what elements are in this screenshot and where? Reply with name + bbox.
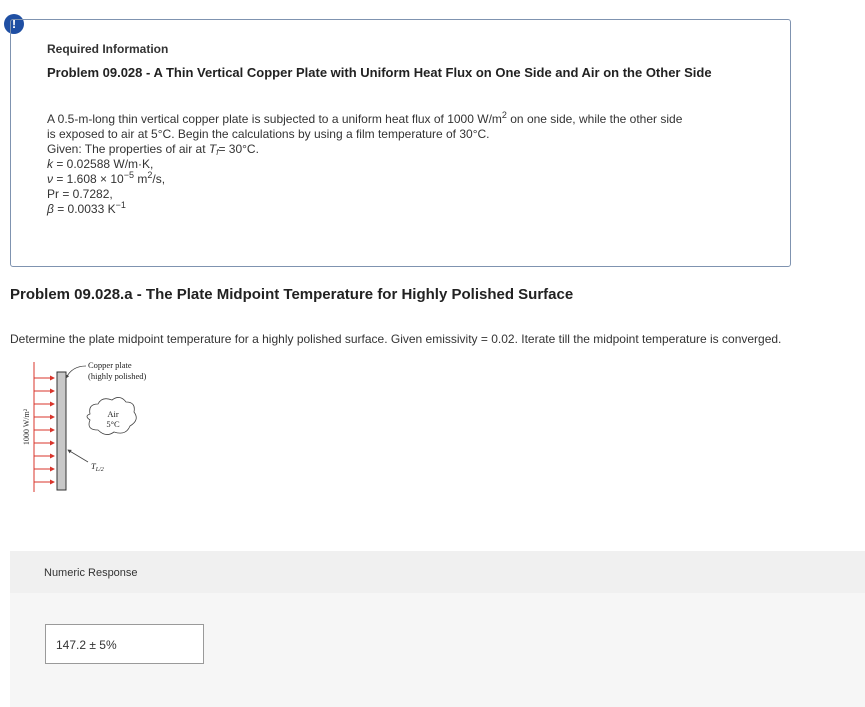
text: = 30°C.	[218, 142, 259, 156]
problem-title: Problem 09.028.a - The Plate Midpoint Te…	[10, 286, 574, 303]
problem-question: Determine the plate midpoint temperature…	[10, 332, 782, 346]
midpoint-subscript: L/2	[95, 467, 104, 473]
plate-label-1: Copper plate	[88, 360, 132, 370]
plate-figure: 1000 W/m² Copper plate (highly polished)…	[18, 358, 178, 498]
value: = 1.608 × 10	[53, 172, 124, 186]
heat-flux-arrows	[33, 362, 55, 492]
property-k: k = 0.02588 W/m·K,	[47, 157, 767, 172]
air-temp: 5°C	[106, 419, 120, 429]
midpoint-pointer	[67, 449, 89, 463]
text: is exposed to air at 5°C. Begin the calc…	[47, 127, 490, 141]
text: Given: The properties of air at	[47, 142, 209, 156]
response-header	[10, 551, 865, 593]
value: = 0.02588 W/m·K,	[53, 157, 154, 171]
info-line: is exposed to air at 5°C. Begin the calc…	[47, 127, 767, 142]
plate-diagram: 1000 W/m² Copper plate (highly polished)…	[22, 360, 146, 492]
text: A 0.5-m-long thin vertical copper plate …	[47, 112, 502, 126]
superscript: −1	[115, 200, 126, 210]
plate-pointer	[65, 365, 87, 379]
value: Pr = 0.7282,	[47, 187, 113, 201]
value: /s,	[152, 172, 166, 186]
value: = 0.0033 K	[53, 202, 116, 216]
text: on one side, while the other side	[506, 112, 683, 126]
symbol: β	[47, 202, 54, 216]
numeric-response-field[interactable]: 147.2 ± 5%	[45, 624, 204, 664]
flux-label: 1000 W/m²	[22, 408, 31, 445]
response-panel: Numeric Response 147.2 ± 5%	[10, 551, 865, 707]
property-pr: Pr = 0.7282,	[47, 187, 767, 202]
superscript: −5	[123, 170, 134, 180]
plate-label-2: (highly polished)	[88, 371, 146, 381]
air-label: Air	[107, 409, 119, 419]
info-title: Problem 09.028 - A Thin Vertical Copper …	[47, 65, 712, 80]
info-body: A 0.5-m-long thin vertical copper plate …	[47, 111, 767, 217]
given-line: Given: The properties of air at Tf= 30°C…	[47, 142, 767, 157]
response-label: Numeric Response	[44, 567, 138, 579]
property-beta: β = 0.0033 K−1	[47, 200, 767, 217]
required-information-box: Required Information Problem 09.028 - A …	[10, 19, 791, 267]
value: m	[134, 172, 148, 186]
property-nu: ν = 1.608 × 10−5 m2/s,	[47, 170, 767, 187]
info-heading: Required Information	[47, 42, 169, 56]
copper-plate	[56, 371, 67, 491]
info-line: A 0.5-m-long thin vertical copper plate …	[47, 111, 767, 127]
midpoint-label: TL/2	[91, 461, 104, 473]
